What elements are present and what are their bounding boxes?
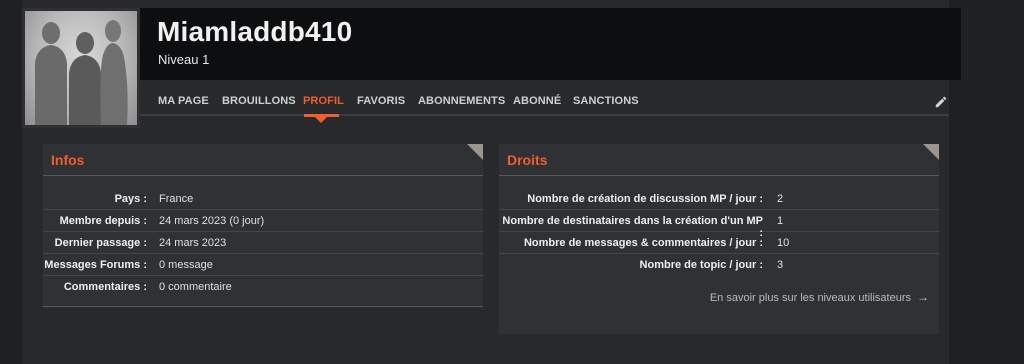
user-level: Niveau 1	[158, 52, 210, 67]
user-levels-link-label: En savoir plus sur les niveaux utilisate…	[709, 292, 911, 304]
info-value: 24 mars 2023	[159, 237, 227, 249]
droit-value: 10	[777, 237, 790, 249]
divider	[499, 175, 939, 176]
tab-abonnements[interactable]: ABONNEMENTS	[418, 95, 505, 107]
droit-label: Nombre de topic / jour :	[639, 259, 763, 271]
droit-row: Nombre de topic / jour : 3	[499, 254, 939, 276]
droit-value: 1	[777, 215, 784, 227]
profile-tabs: MA PAGE BROUILLONS PROFIL FAVORIS ABONNE…	[140, 80, 949, 116]
pencil-icon[interactable]	[934, 95, 948, 109]
info-label: Dernier passage :	[54, 237, 147, 249]
info-label: Messages Forums :	[44, 259, 147, 271]
tab-ma-page[interactable]: MA PAGE	[158, 95, 209, 107]
tab-sanctions[interactable]: SANCTIONS	[573, 95, 639, 107]
info-value: 0 message	[159, 259, 213, 271]
droit-label: Nombre de messages & commentaires / jour…	[523, 237, 763, 249]
info-row-pays: Pays : France	[43, 188, 483, 210]
divider	[43, 306, 483, 307]
active-tab-caret-icon	[315, 117, 327, 123]
infos-card: Infos Pays : France Membre depuis : 24 m…	[43, 144, 483, 308]
avatar-image	[25, 11, 137, 125]
infos-title: Infos	[51, 152, 85, 168]
info-row-messages-forums: Messages Forums : 0 message	[43, 254, 483, 276]
tab-abonne[interactable]: ABONNÉ	[513, 95, 561, 107]
droit-label: Nombre de création de discussion MP / jo…	[527, 193, 763, 205]
info-value: 0 commentaire	[159, 281, 232, 293]
info-value: 24 mars 2023 (0 jour)	[159, 215, 265, 227]
info-row-dernier-passage: Dernier passage : 24 mars 2023	[43, 232, 483, 254]
user-levels-link[interactable]: En savoir plus sur les niveaux utilisate…	[710, 290, 929, 304]
info-label: Pays :	[114, 193, 147, 205]
info-row-commentaires: Commentaires : 0 commentaire	[43, 276, 483, 298]
droit-value: 3	[777, 259, 784, 271]
silhouette-group-icon	[35, 20, 128, 125]
username: Miamladdb410	[157, 16, 353, 47]
droits-card: Droits Nombre de création de discussion …	[499, 144, 939, 334]
tab-brouillons[interactable]: BROUILLONS	[222, 95, 296, 107]
card-corner-decoration	[923, 144, 939, 160]
divider	[43, 175, 483, 176]
card-corner-decoration	[467, 144, 483, 160]
info-value: France	[159, 193, 194, 205]
tab-favoris[interactable]: FAVORIS	[357, 95, 405, 107]
info-label: Membre depuis :	[59, 215, 147, 227]
droit-row: Nombre de destinataires dans la création…	[499, 210, 939, 239]
info-row-membre-depuis: Membre depuis : 24 mars 2023 (0 jour)	[43, 210, 483, 232]
info-label: Commentaires :	[63, 281, 147, 293]
arrow-right-icon: →	[917, 290, 929, 304]
droit-row: Nombre de création de discussion MP / jo…	[499, 188, 939, 210]
droit-value: 2	[777, 193, 784, 205]
droits-title: Droits	[507, 152, 548, 168]
droit-row: Nombre de messages & commentaires / jour…	[499, 232, 939, 254]
tab-profil[interactable]: PROFIL	[303, 95, 344, 107]
avatar	[22, 8, 140, 128]
